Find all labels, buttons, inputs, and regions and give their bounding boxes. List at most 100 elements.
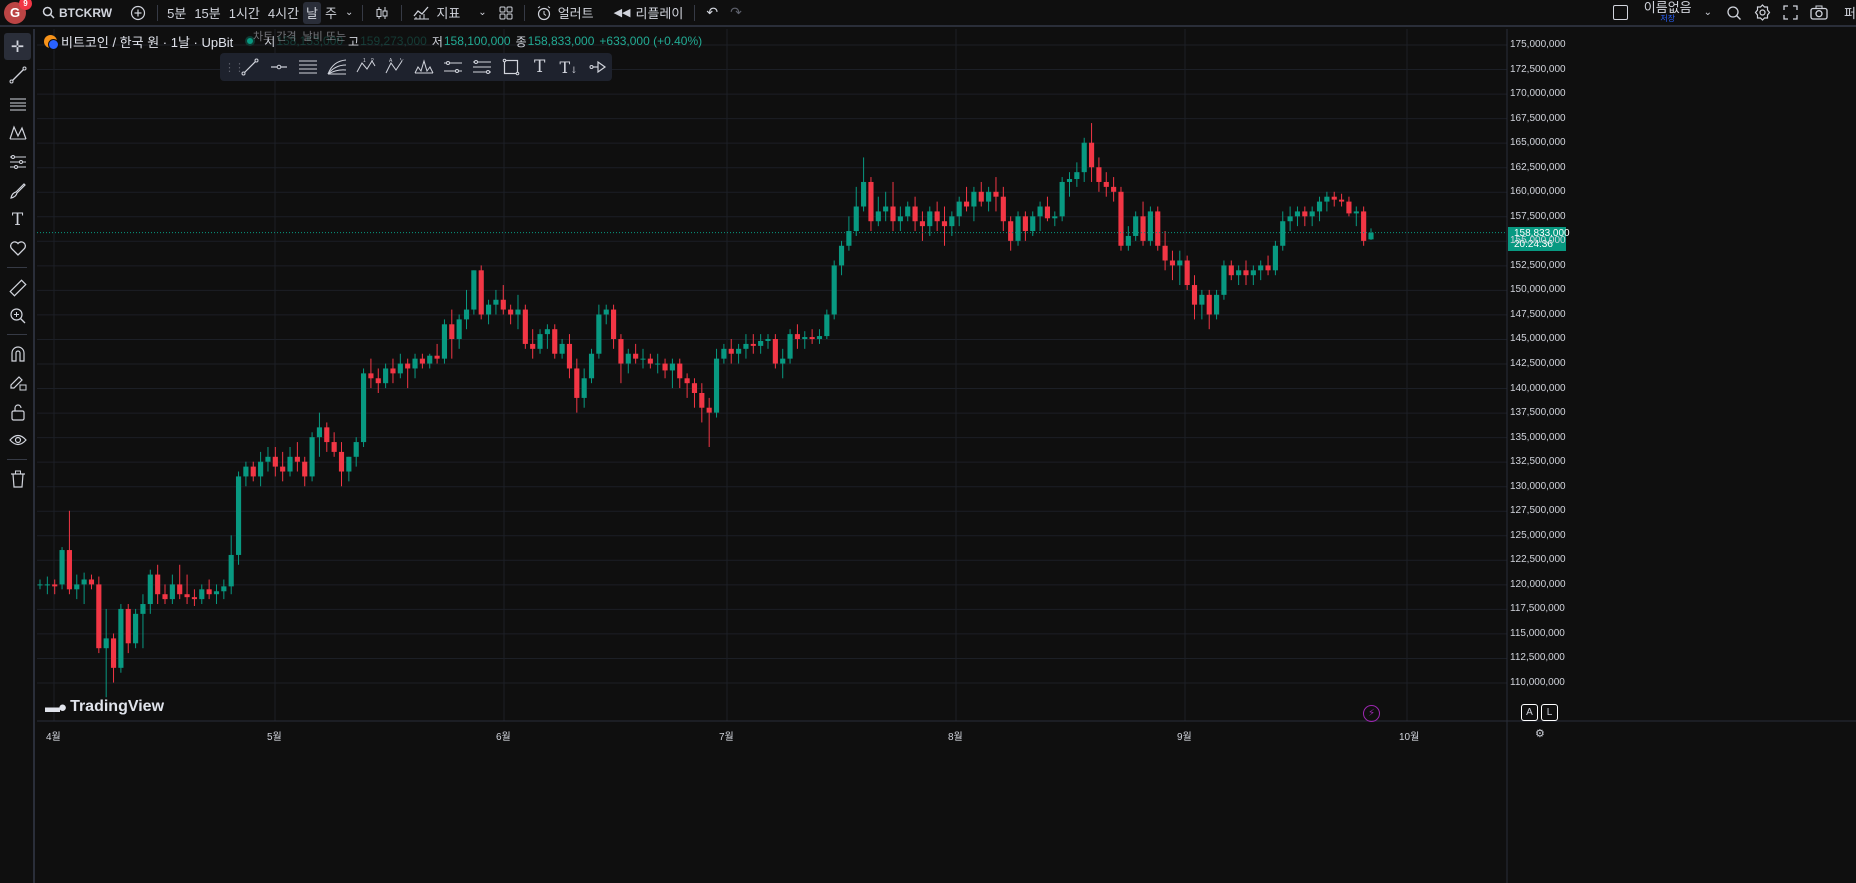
indicators-dropdown[interactable]: ⌄ xyxy=(472,0,492,26)
candle xyxy=(978,181,984,207)
symbol-search-button[interactable]: BTCKRW xyxy=(36,0,118,26)
candle xyxy=(485,299,492,325)
unlock-icon xyxy=(10,403,25,421)
draw-text[interactable]: T xyxy=(525,55,554,79)
pattern-tool[interactable] xyxy=(4,119,31,146)
redo-button[interactable]: ↷ xyxy=(724,0,748,26)
interval-5m[interactable]: 5분 xyxy=(163,0,190,26)
brush-tool[interactable] xyxy=(4,177,31,204)
remove-drawings-tool[interactable] xyxy=(4,465,31,492)
candle xyxy=(1206,289,1212,330)
layout-name-button[interactable]: 이름없음 저장 xyxy=(1638,0,1698,26)
tradingview-logo[interactable]: ▬● TradingView xyxy=(45,698,164,716)
candle xyxy=(1361,206,1367,246)
quick-search-button[interactable] xyxy=(1720,0,1748,26)
draw-elliott-wave[interactable]: 15 xyxy=(352,55,381,79)
fullscreen-button[interactable] xyxy=(1777,0,1804,26)
change-value: +633,000 (+0.40%) xyxy=(599,34,703,48)
hide-drawings-tool[interactable] xyxy=(4,426,31,453)
interval-dropdown[interactable]: ⌄ xyxy=(341,0,357,26)
auto-scale-button[interactable]: A xyxy=(1521,704,1538,721)
trend-line-tool[interactable] xyxy=(4,61,31,88)
divider xyxy=(362,4,364,21)
draw-horizontal-ray[interactable] xyxy=(265,55,294,79)
layouts-button[interactable] xyxy=(493,0,519,26)
screenshot-button[interactable] xyxy=(1804,0,1834,26)
candle xyxy=(1052,211,1058,227)
alert-button[interactable]: 얼러트 xyxy=(530,0,600,26)
fib-tool[interactable] xyxy=(4,90,31,117)
draw-fib-fan[interactable] xyxy=(323,55,352,79)
publish-button[interactable]: 퍼 xyxy=(1838,0,1856,26)
candle xyxy=(794,324,800,349)
replay-button[interactable]: ◀◀ 리플레이 xyxy=(608,0,690,26)
crosshair-tool[interactable]: ✛ xyxy=(4,33,31,60)
draw-parallel-channel[interactable] xyxy=(294,55,323,79)
chart-type-button[interactable] xyxy=(368,0,396,26)
candle xyxy=(66,510,72,595)
text-tool[interactable]: T xyxy=(4,206,31,233)
y-tick-label: 140,000,000 xyxy=(1510,382,1566,394)
candle xyxy=(927,206,933,236)
candle xyxy=(338,442,345,487)
user-avatar[interactable]: G 9 xyxy=(4,0,32,24)
candle xyxy=(1272,240,1278,276)
draw-projection[interactable] xyxy=(438,55,467,79)
ruler-icon xyxy=(8,278,27,297)
draw-anchored-text[interactable]: T↓ xyxy=(554,55,583,79)
candle xyxy=(1096,157,1102,192)
candle xyxy=(588,348,595,384)
candle xyxy=(449,309,455,359)
interval-1d[interactable]: 날 xyxy=(303,1,322,24)
candle xyxy=(559,339,565,359)
eye-icon xyxy=(8,434,27,445)
y-tick-label: 165,000,000 xyxy=(1510,137,1566,149)
axis-settings-icon[interactable]: ⚙ xyxy=(1535,727,1545,740)
candle xyxy=(691,378,698,408)
log-scale-button[interactable]: L xyxy=(1541,704,1558,721)
interval-4h[interactable]: 4시간 xyxy=(264,0,303,26)
stay-in-drawing-tool[interactable] xyxy=(4,369,31,396)
undo-button[interactable]: ↶ xyxy=(700,0,724,26)
search-icon xyxy=(1727,5,1741,20)
compare-button[interactable] xyxy=(124,0,152,26)
draw-abcd[interactable]: AC xyxy=(381,55,410,79)
interval-1h[interactable]: 1시간 xyxy=(225,0,264,26)
draw-long-position[interactable] xyxy=(583,55,612,79)
layout-dropdown[interactable]: ⌄ xyxy=(1698,0,1718,26)
candle xyxy=(897,206,903,232)
draw-head-shoulders[interactable] xyxy=(410,55,439,79)
forecast-tool[interactable] xyxy=(4,148,31,175)
candle xyxy=(1125,226,1131,251)
y-tick-label: 167,500,000 xyxy=(1510,112,1566,124)
candlestick-chart[interactable] xyxy=(37,29,1856,883)
draw-rectangle[interactable] xyxy=(496,55,525,79)
draw-date-range[interactable] xyxy=(467,55,496,79)
drag-handle-icon[interactable]: ⋮⋮ xyxy=(224,61,245,74)
lightning-icon[interactable]: ⚡ xyxy=(1363,705,1380,722)
interval-1w[interactable]: 주 xyxy=(321,0,341,26)
multi-chart-checkbox[interactable] xyxy=(1607,0,1634,26)
settings-button[interactable] xyxy=(1748,0,1777,26)
magnet-tool[interactable] xyxy=(4,340,31,367)
y-tick-label: 170,000,000 xyxy=(1510,88,1566,100)
measure-tool[interactable] xyxy=(4,274,31,301)
draw-trend-line[interactable] xyxy=(236,55,265,79)
interval-15m[interactable]: 15분 xyxy=(190,0,224,26)
candle xyxy=(934,201,940,232)
pencil-lock-icon xyxy=(9,375,26,390)
candle xyxy=(1368,228,1374,240)
candle xyxy=(309,432,315,482)
lock-drawings-tool[interactable] xyxy=(4,398,31,425)
candle xyxy=(155,564,161,605)
pattern-icon xyxy=(8,124,27,139)
legend-title[interactable]: 비트코인 / 한국 원 · 1날 · UpBit xyxy=(61,32,233,51)
x-tick-label: 7월 xyxy=(719,732,734,743)
favorites-tool[interactable] xyxy=(4,235,31,262)
candle xyxy=(412,353,418,379)
candle xyxy=(537,329,543,354)
zoom-tool[interactable] xyxy=(4,302,31,329)
indicators-button[interactable]: 지표 xyxy=(407,0,466,26)
candle xyxy=(96,576,102,654)
chart-pane[interactable] xyxy=(37,29,1856,883)
